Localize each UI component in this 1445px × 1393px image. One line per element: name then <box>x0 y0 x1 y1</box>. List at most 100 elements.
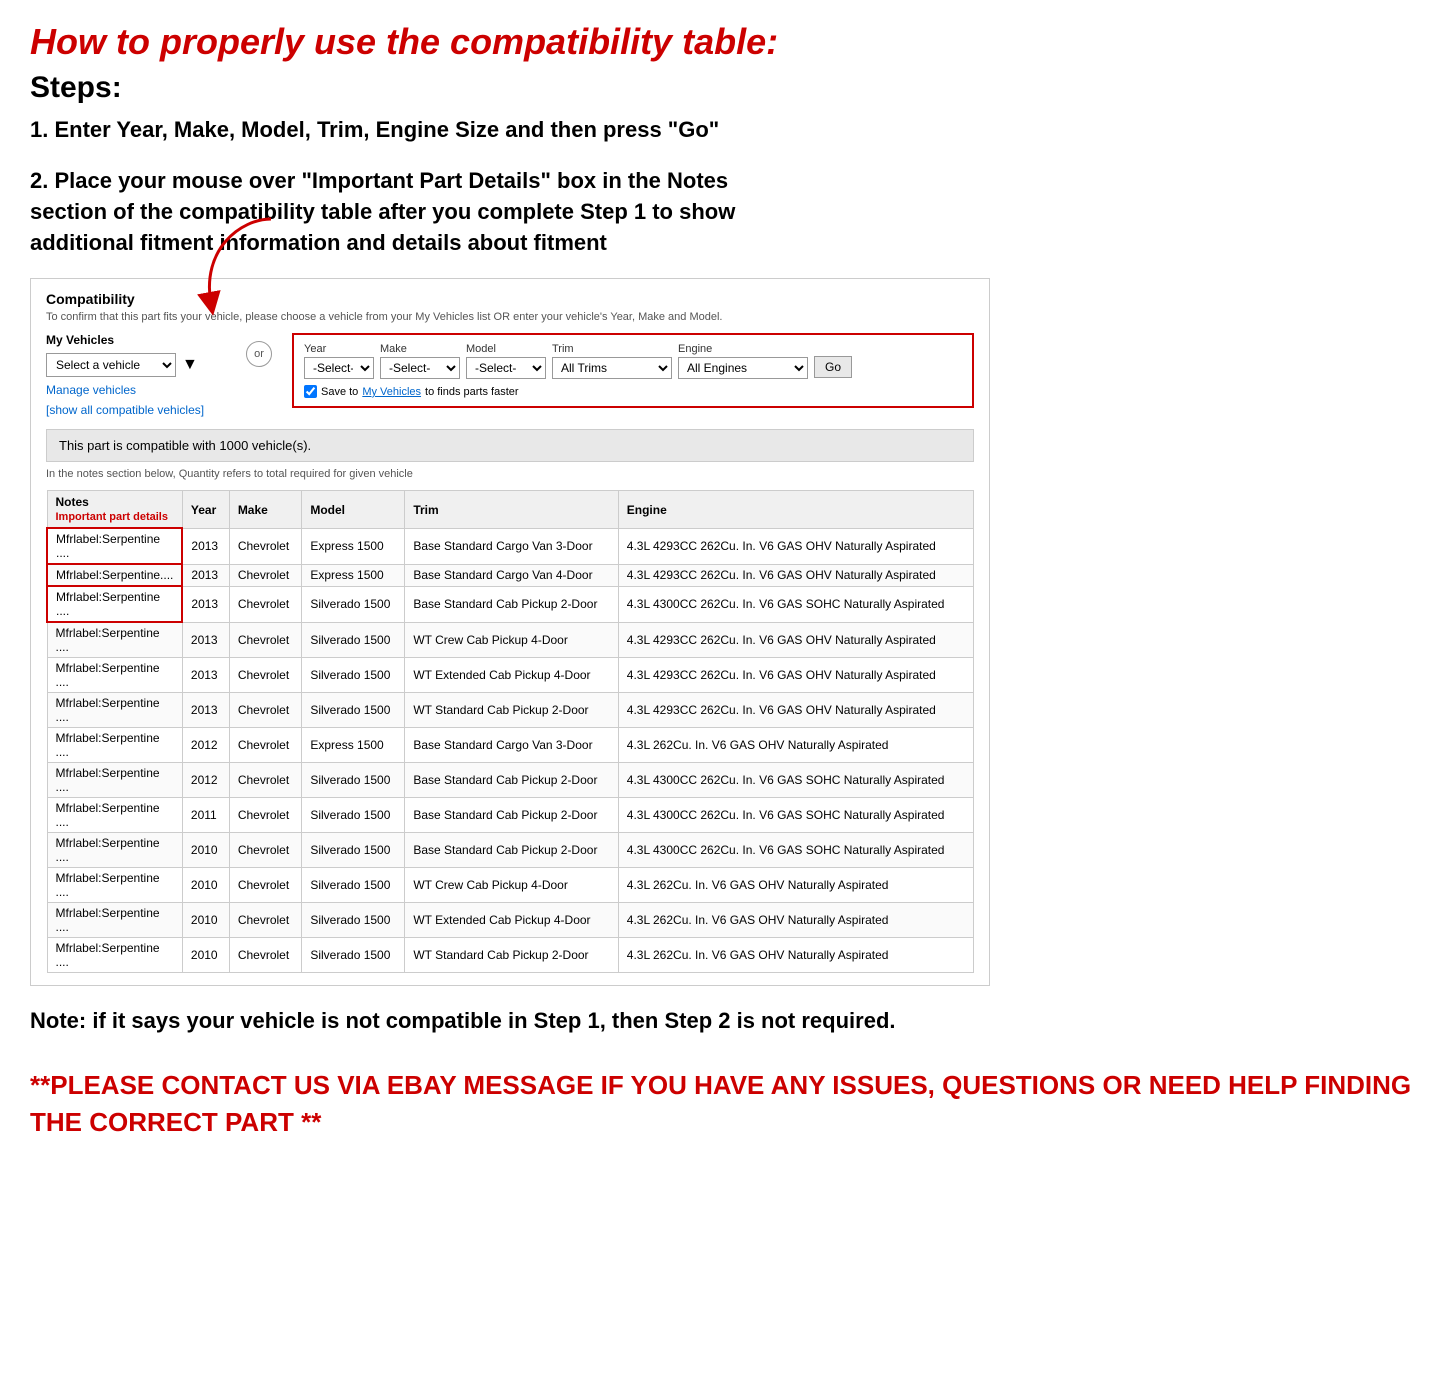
manage-vehicles-link[interactable]: Manage vehicles <box>46 383 226 397</box>
my-vehicles-label: My Vehicles <box>46 333 226 347</box>
compatibility-box: Compatibility To confirm that this part … <box>30 278 990 986</box>
trim-label: Trim <box>552 343 672 355</box>
engine-select[interactable]: All Engines <box>678 357 808 379</box>
table-row: Mfrlabel:Serpentine .... 2013 Chevrolet … <box>47 693 974 728</box>
cell-notes: Mfrlabel:Serpentine .... <box>47 658 182 693</box>
vehicle-select-row: Select a vehicle ▼ <box>46 353 226 377</box>
cell-engine: 4.3L 4300CC 262Cu. In. V6 GAS SOHC Natur… <box>618 833 973 868</box>
cell-year: 2010 <box>182 868 229 903</box>
cell-make: Chevrolet <box>229 938 302 973</box>
col-notes: Notes Important part details <box>47 491 182 529</box>
contact-text: **PLEASE CONTACT US VIA EBAY MESSAGE IF … <box>30 1067 1415 1140</box>
cell-make: Chevrolet <box>229 622 302 658</box>
table-row: Mfrlabel:Serpentine .... 2013 Chevrolet … <box>47 622 974 658</box>
cell-trim: WT Standard Cab Pickup 2-Door <box>405 693 618 728</box>
steps-label: Steps: <box>30 71 1415 105</box>
cell-model: Express 1500 <box>302 728 405 763</box>
cell-model: Silverado 1500 <box>302 868 405 903</box>
cell-trim: Base Standard Cab Pickup 2-Door <box>405 763 618 798</box>
table-row: Mfrlabel:Serpentine .... 2010 Chevrolet … <box>47 938 974 973</box>
cell-engine: 4.3L 262Cu. In. V6 GAS OHV Naturally Asp… <box>618 728 973 763</box>
cell-engine: 4.3L 262Cu. In. V6 GAS OHV Naturally Asp… <box>618 938 973 973</box>
show-all-link[interactable]: [show all compatible vehicles] <box>46 403 226 417</box>
cell-model: Express 1500 <box>302 528 405 564</box>
table-row: Mfrlabel:Serpentine .... 2010 Chevrolet … <box>47 903 974 938</box>
go-button[interactable]: Go <box>814 356 852 378</box>
save-suffix-text: to finds parts faster <box>425 386 519 398</box>
table-row: Mfrlabel:Serpentine .... 2012 Chevrolet … <box>47 728 974 763</box>
my-vehicles-save-link[interactable]: My Vehicles <box>362 386 421 398</box>
col-model: Model <box>302 491 405 529</box>
cell-year: 2012 <box>182 728 229 763</box>
cell-trim: Base Standard Cab Pickup 2-Door <box>405 798 618 833</box>
cell-make: Chevrolet <box>229 693 302 728</box>
table-row: Mfrlabel:Serpentine .... 2010 Chevrolet … <box>47 833 974 868</box>
cell-engine: 4.3L 4300CC 262Cu. In. V6 GAS SOHC Natur… <box>618 763 973 798</box>
cell-engine: 4.3L 4293CC 262Cu. In. V6 GAS OHV Natura… <box>618 564 973 586</box>
year-field-group: Year -Select- <box>304 343 374 379</box>
save-checkbox[interactable] <box>304 385 317 398</box>
vehicle-select[interactable]: Select a vehicle <box>46 353 176 377</box>
cell-year: 2013 <box>182 693 229 728</box>
cell-engine: 4.3L 4293CC 262Cu. In. V6 GAS OHV Natura… <box>618 658 973 693</box>
step1-text: 1. Enter Year, Make, Model, Trim, Engine… <box>30 115 1415 146</box>
cell-notes: Mfrlabel:Serpentine .... <box>47 763 182 798</box>
table-row: Mfrlabel:Serpentine .... 2010 Chevrolet … <box>47 868 974 903</box>
my-vehicles-section: My Vehicles Select a vehicle ▼ Manage ve… <box>46 333 226 417</box>
cell-trim: Base Standard Cargo Van 3-Door <box>405 528 618 564</box>
cell-notes: Mfrlabel:Serpentine .... <box>47 693 182 728</box>
compat-subtitle: To confirm that this part fits your vehi… <box>46 311 974 323</box>
trim-field-group: Trim All Trims <box>552 343 672 379</box>
note-text: Note: if it says your vehicle is not com… <box>30 1006 1415 1037</box>
cell-make: Chevrolet <box>229 763 302 798</box>
cell-notes: Mfrlabel:Serpentine .... <box>47 528 182 564</box>
model-label: Model <box>466 343 546 355</box>
table-row: Mfrlabel:Serpentine .... 2013 Chevrolet … <box>47 528 974 564</box>
make-field-group: Make -Select- <box>380 343 460 379</box>
cell-model: Silverado 1500 <box>302 763 405 798</box>
cell-make: Chevrolet <box>229 833 302 868</box>
cell-trim: WT Crew Cab Pickup 4-Door <box>405 622 618 658</box>
step2-text: 2. Place your mouse over "Important Part… <box>30 166 990 258</box>
col-trim: Trim <box>405 491 618 529</box>
cell-make: Chevrolet <box>229 586 302 622</box>
model-field-group: Model -Select- <box>466 343 546 379</box>
cell-model: Silverado 1500 <box>302 622 405 658</box>
col-year: Year <box>182 491 229 529</box>
cell-year: 2013 <box>182 586 229 622</box>
cell-make: Chevrolet <box>229 903 302 938</box>
cell-engine: 4.3L 4293CC 262Cu. In. V6 GAS OHV Natura… <box>618 693 973 728</box>
make-select[interactable]: -Select- <box>380 357 460 379</box>
table-row: Mfrlabel:Serpentine .... 2013 Chevrolet … <box>47 586 974 622</box>
table-row: Mfrlabel:Serpentine .... 2013 Chevrolet … <box>47 658 974 693</box>
step2-wrapper: 2. Place your mouse over "Important Part… <box>30 166 990 986</box>
save-row: Save to My Vehicles to finds parts faste… <box>304 385 962 398</box>
cell-year: 2013 <box>182 622 229 658</box>
cell-make: Chevrolet <box>229 528 302 564</box>
col-engine: Engine <box>618 491 973 529</box>
cell-engine: 4.3L 4300CC 262Cu. In. V6 GAS SOHC Natur… <box>618 586 973 622</box>
cell-notes: Mfrlabel:Serpentine .... <box>47 728 182 763</box>
model-select[interactable]: -Select- <box>466 357 546 379</box>
year-make-row: Year -Select- Make -Select- Model <box>304 343 962 379</box>
cell-year: 2010 <box>182 938 229 973</box>
year-select[interactable]: -Select- <box>304 357 374 379</box>
cell-notes: Mfrlabel:Serpentine .... <box>47 798 182 833</box>
cell-model: Silverado 1500 <box>302 798 405 833</box>
cell-engine: 4.3L 262Cu. In. V6 GAS OHV Naturally Asp… <box>618 868 973 903</box>
cell-trim: Base Standard Cab Pickup 2-Door <box>405 586 618 622</box>
table-row: Mfrlabel:Serpentine .... 2012 Chevrolet … <box>47 763 974 798</box>
cell-model: Silverado 1500 <box>302 658 405 693</box>
cell-trim: Base Standard Cab Pickup 2-Door <box>405 833 618 868</box>
table-header-row: Notes Important part details Year Make M… <box>47 491 974 529</box>
trim-select[interactable]: All Trims <box>552 357 672 379</box>
compat-title: Compatibility <box>46 291 974 307</box>
cell-make: Chevrolet <box>229 658 302 693</box>
cell-trim: WT Extended Cab Pickup 4-Door <box>405 903 618 938</box>
cell-engine: 4.3L 4300CC 262Cu. In. V6 GAS SOHC Natur… <box>618 798 973 833</box>
engine-label: Engine <box>678 343 808 355</box>
dropdown-arrow-icon: ▼ <box>182 356 198 374</box>
year-make-section: Year -Select- Make -Select- Model <box>292 333 974 408</box>
cell-year: 2010 <box>182 903 229 938</box>
cell-trim: WT Extended Cab Pickup 4-Door <box>405 658 618 693</box>
